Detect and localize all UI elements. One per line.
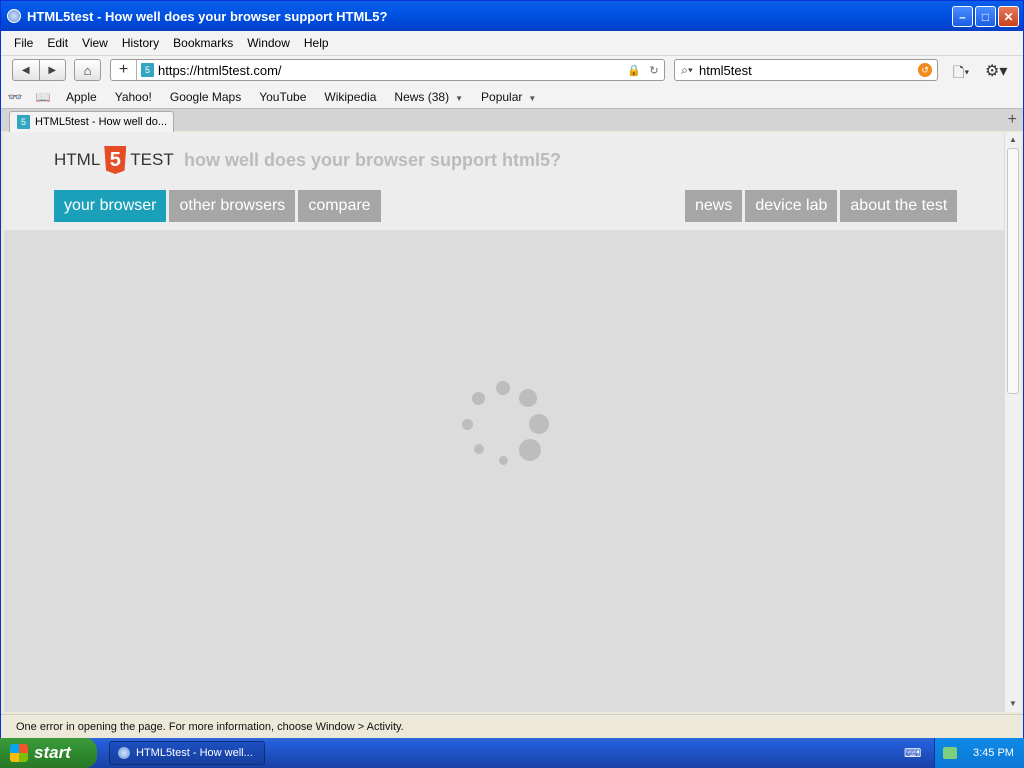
secondary-nav: news device lab about the test xyxy=(685,190,958,222)
primary-nav: your browser other browsers compare xyxy=(54,190,381,222)
spinner-dot xyxy=(474,444,484,454)
minimize-button[interactable]: – xyxy=(952,6,973,27)
menu-bar: File Edit View History Bookmarks Window … xyxy=(1,31,1023,56)
menu-help[interactable]: Help xyxy=(297,36,336,50)
spinner-dot xyxy=(519,439,541,461)
reload-icon[interactable]: ↻ xyxy=(644,64,664,77)
spinner-dot xyxy=(496,381,510,395)
html5-favicon-icon: 5 xyxy=(141,63,154,77)
spinner-dot xyxy=(529,414,549,434)
bookmark-google-maps[interactable]: Google Maps xyxy=(161,90,250,104)
network-icon[interactable] xyxy=(943,747,957,759)
search-field[interactable]: ⌕▾ html5test ↺ xyxy=(674,59,938,81)
spinner-dot xyxy=(462,419,473,430)
bookmark-folder-popular[interactable]: Popular ▼ xyxy=(472,90,545,104)
safari-globe-icon xyxy=(7,9,21,23)
search-icon[interactable]: ⌕▾ xyxy=(675,63,699,78)
back-button[interactable]: ◀ xyxy=(13,60,40,80)
scroll-down-arrow-icon[interactable]: ▼ xyxy=(1005,696,1021,712)
bookmark-wikipedia[interactable]: Wikipedia xyxy=(315,90,385,104)
add-bookmark-button[interactable]: + xyxy=(111,60,137,80)
menu-bookmarks[interactable]: Bookmarks xyxy=(166,36,240,50)
logo-text-html: HTML xyxy=(54,150,101,169)
scroll-thumb[interactable] xyxy=(1007,148,1019,394)
system-tray: 3:45 PM xyxy=(934,738,1024,768)
nav-device-lab[interactable]: device lab xyxy=(745,190,838,222)
maximize-button[interactable]: □ xyxy=(975,6,996,27)
bookmark-youtube[interactable]: YouTube xyxy=(250,90,315,104)
tab-title: HTML5test - How well do... xyxy=(35,116,168,128)
nav-news[interactable]: news xyxy=(685,190,743,222)
menu-history[interactable]: History xyxy=(115,36,166,50)
keyboard-icon[interactable]: ⌨ xyxy=(904,746,921,760)
html5-favicon-icon: 5 xyxy=(17,115,30,129)
loading-spinner-icon xyxy=(454,376,554,476)
home-icon: ⌂ xyxy=(83,62,92,78)
chevron-down-icon: ▼ xyxy=(528,94,537,103)
site-header: HTML 5 TEST how well does your browser s… xyxy=(4,132,1004,230)
start-label: start xyxy=(34,743,71,762)
lock-icon: 🔒 xyxy=(627,64,641,77)
tab-bar: 5 HTML5test - How well do... + xyxy=(1,108,1023,132)
spinner-dot xyxy=(499,456,508,465)
menu-file[interactable]: File xyxy=(7,36,40,50)
bookmark-yahoo[interactable]: Yahoo! xyxy=(106,90,161,104)
search-input[interactable]: html5test xyxy=(699,63,918,78)
menu-edit[interactable]: Edit xyxy=(40,36,75,50)
address-input[interactable]: https://html5test.com/ xyxy=(158,63,624,78)
bookmark-apple[interactable]: Apple xyxy=(57,90,106,104)
nav-compare[interactable]: compare xyxy=(298,190,381,222)
safari-globe-icon xyxy=(118,747,130,759)
logo-text-test: TEST xyxy=(130,150,174,169)
menu-view[interactable]: View xyxy=(75,36,115,50)
bookmark-folder-news[interactable]: News (38) ▼ xyxy=(385,90,472,104)
nav-about-the-test[interactable]: about the test xyxy=(840,190,958,222)
search-clear-icon[interactable]: ↺ xyxy=(918,63,932,77)
html5test-logo[interactable]: HTML 5 TEST xyxy=(54,146,174,174)
address-bar[interactable]: + 5 https://html5test.com/ 🔒 ↻ xyxy=(110,59,665,81)
folder-label: News (38) xyxy=(394,90,450,104)
spinner-dot xyxy=(472,392,485,405)
bookmarks-bar: 👓 📖 Apple Yahoo! Google Maps YouTube Wik… xyxy=(1,86,1023,108)
chevron-down-icon: ▼ xyxy=(455,94,464,103)
forward-arrow-icon: ▶ xyxy=(48,64,57,76)
clock[interactable]: 3:45 PM xyxy=(973,747,1014,759)
bookmarks-book-icon[interactable]: 📖 xyxy=(29,90,57,104)
page-menu-icon[interactable]: 🗋▾ xyxy=(953,62,969,86)
forward-button[interactable]: ▶ xyxy=(40,60,66,80)
new-tab-icon[interactable]: + xyxy=(1008,111,1017,129)
windows-flag-icon xyxy=(10,744,28,762)
back-forward-group: ◀ ▶ xyxy=(12,59,66,81)
start-button[interactable]: start xyxy=(0,738,97,768)
html5-shield-icon: 5 xyxy=(104,146,127,174)
folder-label: Popular xyxy=(481,90,523,104)
taskbar-item-label: HTML5test - How well... xyxy=(136,747,253,759)
status-text: One error in opening the page. For more … xyxy=(16,720,404,733)
title-bar[interactable]: HTML5test - How well does your browser s… xyxy=(1,1,1023,31)
site-tagline: how well does your browser support html5… xyxy=(184,150,562,170)
close-button[interactable]: ✕ xyxy=(998,6,1019,27)
nav-your-browser[interactable]: your browser xyxy=(54,190,167,222)
window-title: HTML5test - How well does your browser s… xyxy=(27,8,388,24)
scroll-up-arrow-icon[interactable]: ▲ xyxy=(1005,132,1021,148)
spinner-dot xyxy=(519,389,537,407)
tab-html5test[interactable]: 5 HTML5test - How well do... xyxy=(9,111,174,132)
back-arrow-icon: ◀ xyxy=(21,64,30,76)
toolbar: ◀ ▶ ⌂ + 5 https://html5test.com/ 🔒 ↻ ⌕▾ … xyxy=(1,56,1023,86)
home-button[interactable]: ⌂ xyxy=(74,59,101,81)
menu-window[interactable]: Window xyxy=(240,36,297,50)
reading-list-icon[interactable]: 👓 xyxy=(1,90,29,104)
nav-other-browsers[interactable]: other browsers xyxy=(169,190,296,222)
gear-icon[interactable]: ⚙▾ xyxy=(985,61,1007,81)
vertical-scrollbar[interactable]: ▲ ▼ xyxy=(1004,132,1021,712)
taskbar-item-browser[interactable]: HTML5test - How well... xyxy=(109,741,265,765)
status-bar: One error in opening the page. For more … xyxy=(1,714,1023,738)
browser-window: HTML5test - How well does your browser s… xyxy=(0,0,1024,738)
page-content: HTML 5 TEST how well does your browser s… xyxy=(4,132,1004,712)
taskbar: start HTML5test - How well... xyxy=(0,738,1024,768)
